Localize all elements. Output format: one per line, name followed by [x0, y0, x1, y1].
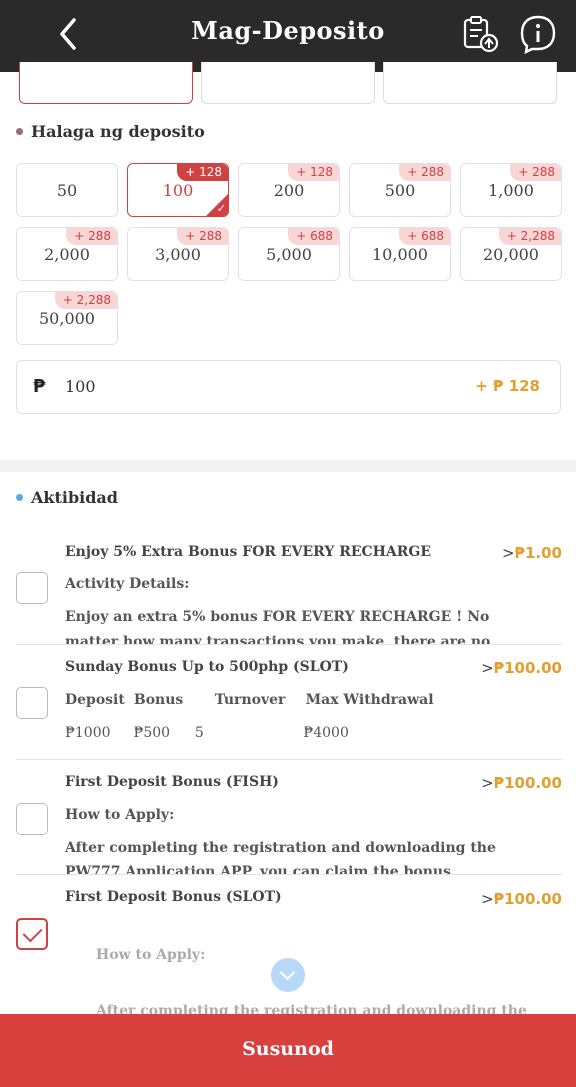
- next-button-label: Susunod: [242, 1038, 334, 1060]
- bonus-badge: + 288: [66, 228, 117, 245]
- amount-option[interactable]: 500 + 288: [349, 163, 451, 217]
- activity-detail-line: Activity Details:: [65, 576, 190, 592]
- activity-amount-value: ₱100.00: [493, 659, 562, 677]
- activity-section-title: Aktibidad: [16, 488, 118, 507]
- activity-checkbox[interactable]: [16, 687, 48, 719]
- activity-detail-line: PW777 Application APP, you can claim the…: [65, 864, 451, 875]
- amount-option-value: 50: [56, 180, 78, 200]
- amount-option[interactable]: 10,000 + 688: [349, 227, 451, 281]
- amount-option-value: 5,000: [266, 244, 312, 264]
- section-dot: [16, 494, 23, 501]
- amount-input[interactable]: ₱ 100 + ₱ 128: [16, 360, 561, 414]
- next-button[interactable]: Susunod: [0, 1014, 576, 1087]
- amount-value[interactable]: 100: [65, 377, 96, 396]
- activity-table-row: ₱1000 ₱500 5 ₱4000: [65, 725, 349, 741]
- activity-detail-line: After completing the registration and do…: [96, 1003, 527, 1014]
- payment-tab-1[interactable]: [19, 62, 193, 104]
- val-turnover: 5: [194, 725, 204, 741]
- bonus-badge: + 288: [177, 228, 228, 245]
- amount-option-value: 2,000: [44, 244, 90, 264]
- deposit-section-title: Halaga ng deposito: [16, 122, 205, 141]
- amount-option[interactable]: 2,000 + 288: [16, 227, 118, 281]
- col-turnover: Turnover: [214, 692, 286, 708]
- activity-amount-value: ₱1.00: [514, 544, 562, 562]
- section-dot: [16, 128, 23, 135]
- payment-method-tabs: [0, 62, 576, 106]
- peso-currency-icon: ₱: [33, 376, 46, 397]
- activity-checkbox-checked[interactable]: [16, 918, 48, 950]
- activity-amount: >₱1.00: [501, 544, 562, 562]
- amount-option-value: 10,000: [372, 244, 428, 264]
- check-icon: ✓: [216, 202, 226, 215]
- activity-detail-line: Enjoy an extra 5% bonus FOR EVERY RECHAR…: [65, 609, 490, 625]
- activity-amount-value: ₱100.00: [493, 774, 562, 792]
- amount-option-value: 50,000: [39, 308, 95, 328]
- activity-item[interactable]: First Deposit Bonus (FISH) >₱100.00 How …: [16, 760, 562, 875]
- activity-detail-line: How to Apply:: [65, 807, 175, 823]
- amount-option[interactable]: 5,000 + 688: [238, 227, 340, 281]
- deposit-section-label: Halaga ng deposito: [31, 122, 205, 141]
- amount-option[interactable]: 50,000 + 2,288: [16, 291, 118, 345]
- section-divider: [0, 460, 576, 472]
- val-max-withdrawal: ₱4000: [303, 725, 349, 741]
- activity-amount: >₱100.00: [481, 659, 562, 677]
- payment-tab-2[interactable]: [201, 62, 375, 104]
- amount-option-value: 1,000: [488, 180, 534, 200]
- amount-option-value: 20,000: [483, 244, 539, 264]
- bonus-badge: + 128: [288, 164, 339, 181]
- amount-option-value: 200: [273, 180, 305, 200]
- activity-name: First Deposit Bonus (SLOT): [65, 889, 282, 905]
- activity-item[interactable]: First Deposit Bonus (SLOT) >₱100.00 How …: [16, 875, 562, 1014]
- col-deposit: Deposit: [65, 692, 125, 708]
- activity-checkbox[interactable]: [16, 803, 48, 835]
- amount-option[interactable]: 1,000 + 288: [460, 163, 562, 217]
- col-bonus: Bonus: [133, 692, 184, 708]
- activity-name: Enjoy 5% Extra Bonus FOR EVERY RECHARGE: [65, 544, 431, 560]
- amount-option-value: 500: [384, 180, 416, 200]
- activity-amount: >₱100.00: [481, 890, 562, 908]
- bonus-badge: + 2,288: [54, 292, 117, 309]
- amount-option[interactable]: 50: [16, 163, 118, 217]
- activity-detail-line: matter how many transactions you make, t…: [65, 634, 491, 645]
- amount-bonus: + ₱ 128: [475, 377, 540, 395]
- bonus-badge: + 288: [399, 164, 450, 181]
- activity-name: First Deposit Bonus (FISH): [65, 774, 279, 790]
- activity-detail-line: How to Apply:: [96, 947, 206, 963]
- amount-option[interactable]: 3,000 + 288: [127, 227, 229, 281]
- clipboard-upload-icon[interactable]: [460, 14, 500, 54]
- activity-name: Sunday Bonus Up to 500php (SLOT): [65, 659, 349, 675]
- val-deposit: ₱1000: [65, 725, 111, 741]
- activity-amount: >₱100.00: [481, 774, 562, 792]
- bonus-badge: + 688: [288, 228, 339, 245]
- amount-option[interactable]: 200 + 128: [238, 163, 340, 217]
- amount-option[interactable]: 20,000 + 2,288: [460, 227, 562, 281]
- activity-item[interactable]: Enjoy 5% Extra Bonus FOR EVERY RECHARGE …: [16, 530, 562, 645]
- payment-tab-3[interactable]: [383, 62, 557, 104]
- amount-option-value: 3,000: [155, 244, 201, 264]
- activity-amount-value: ₱100.00: [493, 890, 562, 908]
- activity-section-label: Aktibidad: [31, 488, 118, 507]
- amount-option[interactable]: 100 + 128 ✓: [127, 163, 229, 217]
- activity-detail-line: After completing the registration and do…: [65, 840, 496, 856]
- val-bonus: ₱500: [133, 725, 171, 741]
- bonus-badge: + 128: [177, 164, 228, 181]
- activity-table-header: Deposit Bonus Turnover Max Withdrawal: [65, 692, 434, 708]
- chevron-down-circle-icon[interactable]: [271, 958, 305, 992]
- bonus-badge: + 288: [510, 164, 561, 181]
- activity-item[interactable]: Sunday Bonus Up to 500php (SLOT) >₱100.0…: [16, 645, 562, 760]
- col-max-withdrawal: Max Withdrawal: [305, 692, 434, 708]
- info-icon[interactable]: [518, 14, 558, 54]
- bonus-badge: + 2,288: [498, 228, 561, 245]
- activity-checkbox[interactable]: [16, 572, 48, 604]
- amount-option-value: 100: [162, 180, 194, 200]
- bonus-badge: + 688: [399, 228, 450, 245]
